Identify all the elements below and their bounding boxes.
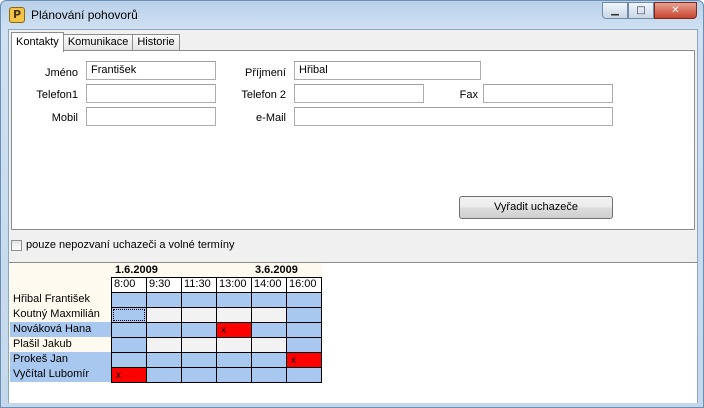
tab-historie[interactable]: Historie (132, 34, 180, 51)
slot-cell[interactable]: x (216, 322, 252, 338)
schedule-panel: 1.6.2009 3.6.2009 8:00 9:30 11:30 13:00 14:00 1… (9, 262, 697, 403)
slot-cell[interactable] (111, 307, 147, 323)
slot-cell[interactable] (111, 352, 147, 368)
email-field[interactable] (294, 107, 613, 126)
slot-cell[interactable] (181, 307, 217, 323)
tab-kontakty[interactable]: Kontakty (11, 32, 64, 52)
maximize-button[interactable]: □ (628, 2, 654, 19)
slot-cell[interactable] (216, 307, 252, 323)
slot-cell[interactable] (146, 322, 182, 338)
slot-cell[interactable] (251, 307, 287, 323)
slot-cell[interactable]: x (111, 367, 147, 383)
telefon1-field[interactable] (86, 84, 216, 103)
slot-cell[interactable] (216, 352, 252, 368)
applicant-name[interactable]: Koutný Maxmilián (10, 307, 111, 322)
slot-cell[interactable] (286, 322, 322, 338)
applicant-name[interactable]: Vyčítal Lubomír (10, 367, 111, 382)
slot-cell[interactable] (146, 307, 182, 323)
time-header: 16:00 (289, 278, 317, 290)
date-header: 3.6.2009 (255, 264, 298, 276)
date-header: 1.6.2009 (115, 264, 158, 276)
applicant-name[interactable]: Prokeš Jan (10, 352, 111, 367)
tab-strip: Kontakty Komunikace Historie (11, 32, 180, 52)
slot-cell[interactable] (181, 322, 217, 338)
slot-cell[interactable] (216, 367, 252, 383)
window-title: Plánování pohovorů (31, 8, 138, 22)
mobil-field[interactable] (86, 107, 216, 126)
slot-cell[interactable] (216, 292, 252, 308)
fax-label: Fax (459, 89, 478, 101)
applicant-name[interactable]: Nováková Hana (10, 322, 111, 337)
client-area: Kontakty Komunikace Historie Jméno Frant… (8, 29, 698, 403)
slot-cell[interactable] (146, 352, 182, 368)
maximize-icon: □ (636, 5, 646, 16)
slot-cell[interactable] (251, 337, 287, 353)
close-button[interactable]: ✕ (654, 2, 697, 19)
time-header: 13:00 (219, 278, 247, 290)
app-icon: P (9, 7, 25, 23)
telefon1-label: Telefon1 (36, 89, 78, 101)
slot-cell[interactable] (286, 292, 322, 308)
slot-cell[interactable] (181, 352, 217, 368)
slot-cell[interactable] (181, 367, 217, 383)
telefon2-label: Telefon 2 (241, 89, 286, 101)
title-bar[interactable]: P Plánování pohovorů ▁ □ ✕ (1, 1, 703, 29)
prijmeni-field[interactable]: Hřibal (294, 61, 481, 80)
tab-komunikace[interactable]: Komunikace (62, 34, 134, 51)
close-icon: ✕ (671, 5, 680, 16)
slot-cell[interactable] (286, 367, 322, 383)
telefon2-field[interactable] (294, 84, 424, 103)
mobil-label: Mobil (51, 112, 78, 124)
slot-cell[interactable] (146, 292, 182, 308)
slot-cell[interactable] (111, 337, 147, 353)
slot-cell[interactable] (251, 292, 287, 308)
email-label: e-Mail (256, 112, 286, 124)
slot-cell[interactable] (111, 322, 147, 338)
contacts-panel: Jméno František Příjmení Hřibal Telefon1… (11, 50, 695, 230)
remove-applicant-button[interactable]: Vyřadit uchazeče (459, 196, 613, 219)
filter-checkbox[interactable]: pouze nepozvaní uchazeči a volné termíny (11, 239, 235, 251)
applicant-name[interactable]: Plašil Jakub (10, 337, 111, 352)
time-header: 14:00 (254, 278, 282, 290)
jmeno-field[interactable]: František (86, 61, 216, 80)
filter-checkbox-box[interactable] (11, 239, 22, 251)
minimize-button[interactable]: ▁ (602, 2, 628, 19)
time-header: 11:30 (184, 278, 211, 290)
fax-field[interactable] (483, 84, 613, 103)
window-controls: ▁ □ ✕ (602, 2, 697, 19)
time-header: 9:30 (149, 278, 171, 290)
app-window: P Plánování pohovorů ▁ □ ✕ Kontakty Komu… (0, 0, 704, 408)
prijmeni-label: Příjmení (245, 67, 286, 79)
slot-cell[interactable] (216, 337, 252, 353)
slot-cell[interactable] (181, 292, 217, 308)
slot-cell[interactable] (146, 367, 182, 383)
minimize-icon: ▁ (611, 5, 619, 16)
slot-cell[interactable] (251, 352, 287, 368)
filter-checkbox-label: pouze nepozvaní uchazeči a volné termíny (26, 239, 235, 251)
applicant-name[interactable]: Hřibal František (10, 292, 111, 307)
slot-cell[interactable] (146, 337, 182, 353)
slot-cell[interactable]: x (286, 352, 322, 368)
jmeno-label: Jméno (44, 67, 78, 79)
time-header: 8:00 (114, 278, 136, 290)
slot-cell[interactable] (286, 337, 322, 353)
slot-cell[interactable] (251, 322, 287, 338)
slot-cell[interactable] (286, 307, 322, 323)
slot-cell[interactable] (251, 367, 287, 383)
slot-cell[interactable] (181, 337, 217, 353)
slot-cell[interactable] (111, 292, 147, 308)
